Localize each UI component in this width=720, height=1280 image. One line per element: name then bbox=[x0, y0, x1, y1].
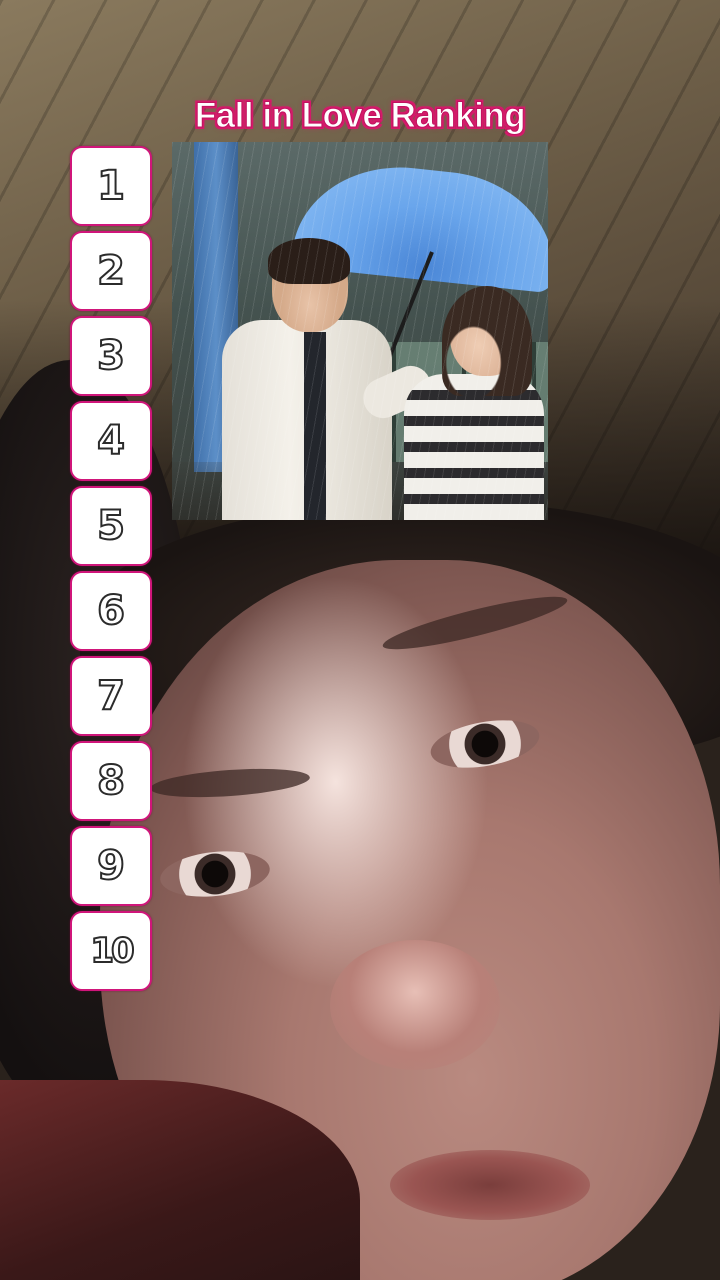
ranking-slot-number: 5 bbox=[96, 503, 126, 549]
ranking-slot-9[interactable]: 9 bbox=[70, 826, 152, 906]
candidate-image bbox=[172, 142, 548, 520]
ranking-slot-number: 1 bbox=[96, 163, 126, 209]
user-mouth bbox=[390, 1150, 590, 1220]
ranking-slot-6[interactable]: 6 bbox=[70, 571, 152, 651]
ranking-slot-number: 9 bbox=[96, 843, 126, 889]
ranking-slot-10[interactable]: 10 bbox=[70, 911, 152, 991]
ranking-slot-2[interactable]: 2 bbox=[70, 231, 152, 311]
ranking-slot-number: 8 bbox=[96, 758, 126, 804]
ranking-slot-number: 10 bbox=[89, 931, 135, 971]
ranking-slot-number: 3 bbox=[96, 333, 126, 379]
ranking-slot-number: 6 bbox=[96, 588, 126, 634]
ranking-slot-1[interactable]: 1 bbox=[70, 146, 152, 226]
user-nose bbox=[330, 940, 500, 1070]
ranking-slot-3[interactable]: 3 bbox=[70, 316, 152, 396]
ranking-slot-number: 4 bbox=[96, 418, 126, 464]
camera-view: Fall in Love Ranking 1 2 3 4 5 6 7 8 9 1… bbox=[0, 0, 720, 1280]
ranking-slot-number: 7 bbox=[96, 673, 126, 719]
ranking-slot-4[interactable]: 4 bbox=[70, 401, 152, 481]
filter-title: Fall in Love Ranking bbox=[194, 96, 526, 136]
ranking-slot-7[interactable]: 7 bbox=[70, 656, 152, 736]
ranking-slot-5[interactable]: 5 bbox=[70, 486, 152, 566]
ranking-slot-number: 2 bbox=[96, 248, 126, 294]
rain-overlay bbox=[172, 142, 548, 520]
ranking-slot-8[interactable]: 8 bbox=[70, 741, 152, 821]
